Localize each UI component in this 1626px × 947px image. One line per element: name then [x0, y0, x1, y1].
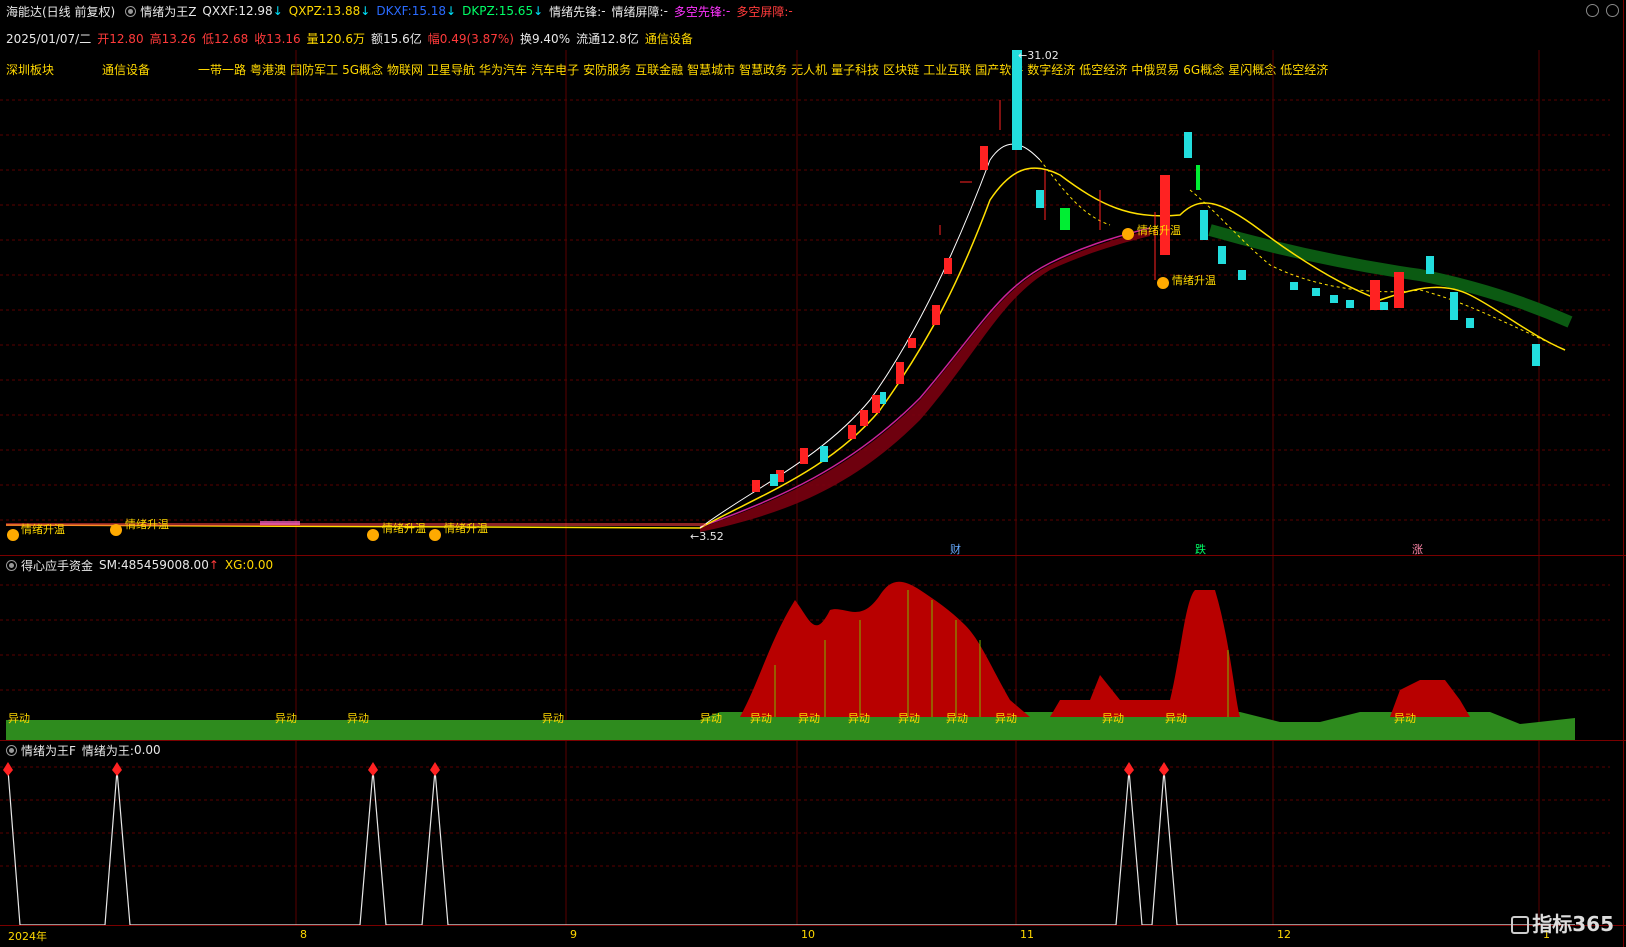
signal-label: 情绪升温 — [1172, 274, 1216, 287]
up-arrow-icon: ↑ — [208, 558, 219, 572]
anomaly-label: 异动 — [898, 712, 920, 725]
anomaly-label: 异动 — [8, 712, 30, 725]
candles-green — [1060, 165, 1200, 230]
axis-month: 11 — [1020, 928, 1034, 941]
sentiment-label: 情绪为王: — [81, 743, 134, 758]
signal-label: 情绪升温 — [1137, 224, 1181, 237]
ma-band-magenta — [699, 227, 1151, 528]
ma-long-green — [1208, 224, 1573, 328]
sm-value: 485459008.00 — [121, 558, 209, 572]
month-grid — [295, 50, 1540, 925]
axis-month: 9 — [570, 928, 577, 941]
axis-month: 10 — [801, 928, 815, 941]
arrow-left-icon: ← — [690, 530, 700, 543]
anomaly-label: 异动 — [946, 712, 968, 725]
anomaly-label: 异动 — [798, 712, 820, 725]
min-price-value: 3.52 — [699, 530, 724, 543]
xg-label: XG: — [224, 558, 247, 572]
signal-label: 情绪升温 — [444, 522, 488, 535]
signal-label: 情绪升温 — [21, 523, 65, 536]
settings-icon[interactable] — [6, 744, 17, 756]
panel3-title[interactable]: 情绪为王F — [21, 742, 76, 759]
anomaly-label: 异动 — [542, 712, 564, 725]
min-price-label: ←3.52 — [690, 530, 724, 543]
arrow-left-icon: ← — [1018, 49, 1028, 62]
capital-panel-header: 得心应手资金 SM: 485459008.00 ↑ XG: 0.00 — [2, 557, 273, 573]
sm-label: SM: — [99, 558, 122, 572]
axis-month: 12 — [1277, 928, 1291, 941]
axis-month: 8 — [300, 928, 307, 941]
sentiment-value: 0.00 — [133, 743, 161, 757]
panel2-title[interactable]: 得心应手资金 — [21, 557, 93, 574]
sentiment-spikes — [7, 769, 1575, 926]
anomaly-label: 异动 — [347, 712, 369, 725]
axis-divider — [0, 925, 1626, 926]
axis-year: 2024年 — [8, 930, 47, 943]
anomaly-label: 异动 — [848, 712, 870, 725]
anomaly-label: 异动 — [1394, 712, 1416, 725]
capital-chart — [6, 581, 1575, 740]
ma-yellow — [5, 167, 1566, 529]
anomaly-label: 异动 — [700, 712, 722, 725]
max-price-value: 31.02 — [1027, 49, 1059, 62]
signal-label: 情绪升温 — [382, 522, 426, 535]
logo-text: 指标365 — [1532, 912, 1614, 936]
spike-markers — [3, 762, 1169, 776]
anomaly-label: 异动 — [750, 712, 772, 725]
logo-icon — [1511, 916, 1530, 934]
panel-divider — [0, 740, 1626, 741]
candles-flat — [6, 521, 706, 526]
anomaly-label: 异动 — [1165, 712, 1187, 725]
anomaly-label: 异动 — [275, 712, 297, 725]
signal-label: 情绪升温 — [125, 518, 169, 531]
right-border — [1623, 0, 1624, 947]
panel-divider — [0, 555, 1626, 556]
sentiment-panel-header: 情绪为王F 情绪为王: 0.00 — [2, 742, 161, 758]
xg-value: 0.00 — [246, 558, 274, 572]
anomaly-label: 异动 — [1102, 712, 1124, 725]
chart-canvas[interactable] — [0, 0, 1626, 947]
candle-wicks-up — [939, 100, 1156, 280]
anomaly-label: 异动 — [995, 712, 1017, 725]
brand-logo: 指标365 — [1511, 908, 1614, 937]
max-price-label: ←31.02 — [1018, 49, 1059, 62]
settings-icon[interactable] — [6, 559, 17, 571]
